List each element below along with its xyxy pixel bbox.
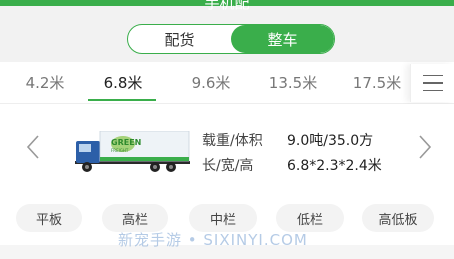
tab-6-8m[interactable]: 6.8米: [88, 72, 158, 93]
chip-low-rail[interactable]: 低栏: [276, 204, 344, 232]
mode-segment-control: 配货 整车: [127, 24, 335, 54]
load-volume-label: 载重/体积: [202, 133, 263, 149]
chevron-right-icon[interactable]: [418, 134, 432, 167]
watermark: 新宠手游 • SIXINYI.COM: [118, 231, 308, 249]
dimensions-label: 长/宽/高: [202, 158, 254, 174]
chip-mid-rail[interactable]: 中栏: [189, 204, 257, 232]
tab-17-5m[interactable]: 17.5米: [342, 72, 412, 93]
chip-flatbed[interactable]: 平板: [16, 204, 82, 232]
dimensions-value: 6.8*2.3*2.4米: [287, 158, 382, 174]
tab-9-6m[interactable]: 9.6米: [176, 72, 246, 93]
segment-zhengche-button[interactable]: 整车: [231, 25, 334, 53]
truck-sub-text: FREIGHT: [111, 148, 129, 153]
chip-high-rail[interactable]: 高栏: [102, 204, 168, 232]
truck-length-tabs: 4.2米 6.8米 9.6米 13.5米 17.5米: [0, 64, 454, 104]
load-volume-value: 9.0吨/35.0方: [287, 133, 374, 149]
truck-brand-text: GREEN: [111, 138, 141, 147]
tab-13-5m[interactable]: 13.5米: [258, 72, 328, 93]
segment-peihuo-button[interactable]: 配货: [128, 25, 231, 53]
header-title: 手机配: [204, 0, 250, 12]
chevron-left-icon[interactable]: [26, 134, 40, 167]
tab-4-2m[interactable]: 4.2米: [10, 72, 80, 93]
menu-icon[interactable]: [410, 64, 454, 102]
active-tab-indicator: [88, 99, 156, 101]
truck-icon: GREEN FREIGHT: [75, 131, 190, 172]
chip-high-low-board[interactable]: 高低板: [362, 204, 434, 232]
